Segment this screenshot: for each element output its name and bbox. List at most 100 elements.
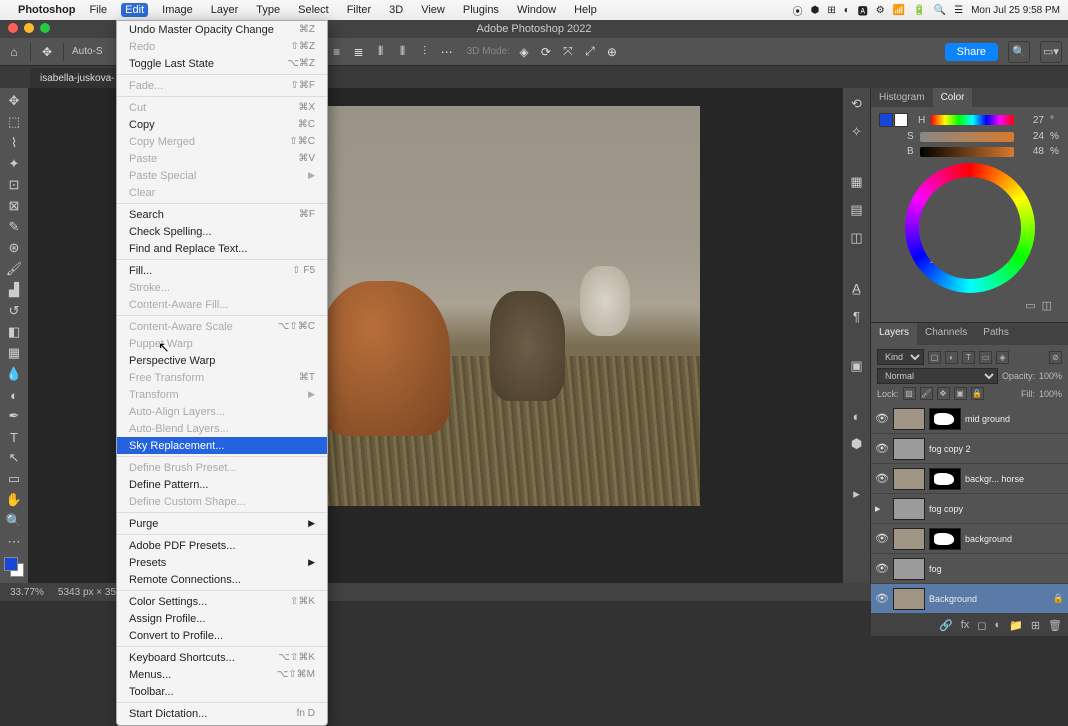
menubar-icon[interactable]: ◐ bbox=[844, 5, 850, 16]
new-layer-icon[interactable]: ⊞ bbox=[1031, 619, 1040, 632]
distribute-icon[interactable]: ⦀ bbox=[373, 44, 389, 60]
foreground-color[interactable] bbox=[4, 557, 18, 571]
menubar-datetime[interactable]: Mon Jul 25 9:58 PM bbox=[971, 5, 1060, 16]
path-tool-icon[interactable]: ↖ bbox=[2, 448, 26, 468]
lock-trans-icon[interactable]: ▨ bbox=[903, 387, 916, 400]
3d-icon[interactable]: ⟳ bbox=[538, 44, 554, 60]
minimize-window-button[interactable] bbox=[24, 23, 34, 33]
menu-item-assign-profile[interactable]: Assign Profile... bbox=[117, 610, 327, 627]
menu-item-toolbar[interactable]: Toolbar... bbox=[117, 683, 327, 700]
filter-toggle[interactable]: ⊘ bbox=[1049, 351, 1062, 364]
menubar-icon[interactable]: 🔍 bbox=[934, 5, 946, 16]
color-triangle[interactable] bbox=[930, 193, 1010, 263]
share-button[interactable]: Share bbox=[945, 43, 998, 61]
paragraph-panel-icon[interactable]: ¶ bbox=[847, 306, 867, 326]
paths-tab[interactable]: Paths bbox=[975, 323, 1017, 345]
distribute-horiz-icon[interactable]: ⫶ bbox=[417, 44, 433, 60]
menu-item-keyboard-shortcuts[interactable]: Keyboard Shortcuts...⌥⇧⌘K bbox=[117, 649, 327, 666]
search-button[interactable]: 🔍 bbox=[1008, 41, 1030, 63]
layer-row[interactable]: 👁 fog bbox=[871, 554, 1068, 584]
lock-all-icon[interactable]: 🔒 bbox=[971, 387, 984, 400]
patterns-panel-icon[interactable]: ◫ bbox=[847, 228, 867, 248]
layer-name[interactable]: fog bbox=[929, 564, 1064, 574]
menubar-icon[interactable]: ⬢ bbox=[811, 5, 820, 16]
gradient-tool-icon[interactable]: ▦ bbox=[2, 343, 26, 363]
mask-icon[interactable]: ◻ bbox=[977, 619, 986, 632]
channels-tab[interactable]: Channels bbox=[917, 323, 975, 345]
bri-value[interactable]: 48 bbox=[1020, 146, 1044, 157]
opacity-value[interactable]: 100% bbox=[1039, 371, 1062, 381]
menu-item-check-spelling[interactable]: Check Spelling... bbox=[117, 223, 327, 240]
blur-tool-icon[interactable]: 💧 bbox=[2, 364, 26, 384]
menu-item-toggle-last-state[interactable]: Toggle Last State⌥⌘Z bbox=[117, 55, 327, 72]
zoom-tool-icon[interactable]: 🔍 bbox=[2, 511, 26, 531]
swatches-panel-icon[interactable]: ▦ bbox=[847, 172, 867, 192]
menu-window[interactable]: Window bbox=[513, 3, 560, 17]
color-mode-icon[interactable]: ◫ bbox=[1042, 299, 1052, 312]
stamp-tool-icon[interactable]: ▟ bbox=[2, 280, 26, 300]
align-left-icon[interactable]: ≡ bbox=[329, 44, 345, 60]
menu-item-undo-master-opacity-change[interactable]: Undo Master Opacity Change⌘Z bbox=[117, 21, 327, 38]
filter-pixel-icon[interactable]: ▢ bbox=[928, 351, 941, 364]
move-tool-icon[interactable]: ✥ bbox=[39, 44, 55, 60]
filter-type-icon[interactable]: T bbox=[962, 351, 975, 364]
menu-filter[interactable]: Filter bbox=[343, 3, 375, 17]
fill-value[interactable]: 100% bbox=[1039, 389, 1062, 399]
menu-item-find-and-replace-text[interactable]: Find and Replace Text... bbox=[117, 240, 327, 257]
color-swatch[interactable] bbox=[4, 557, 24, 577]
home-icon[interactable]: ⌂ bbox=[6, 44, 22, 60]
lock-paint-icon[interactable]: 🖌 bbox=[920, 387, 933, 400]
layer-mask-thumbnail[interactable] bbox=[929, 468, 961, 490]
eraser-tool-icon[interactable]: ◧ bbox=[2, 322, 26, 342]
layer-name[interactable]: fog copy bbox=[929, 504, 1064, 514]
brush-tool-icon[interactable]: 🖌 bbox=[2, 259, 26, 279]
edit-toolbar-icon[interactable]: ⋯ bbox=[2, 532, 26, 552]
menu-item-presets[interactable]: Presets▶ bbox=[117, 554, 327, 571]
lock-pos-icon[interactable]: ✥ bbox=[937, 387, 950, 400]
distribute-vert-icon[interactable]: ⫴ bbox=[395, 44, 411, 60]
3d-icon[interactable]: ⊕ bbox=[604, 44, 620, 60]
sat-slider[interactable] bbox=[920, 132, 1014, 142]
menubar-icon[interactable]: ⊞ bbox=[827, 5, 835, 16]
layer-name[interactable]: mid ground bbox=[965, 414, 1064, 424]
menu-item-adobe-pdf-presets[interactable]: Adobe PDF Presets... bbox=[117, 537, 327, 554]
color-tab[interactable]: Color bbox=[933, 88, 973, 107]
menu-item-menus[interactable]: Menus...⌥⇧⌘M bbox=[117, 666, 327, 683]
menu-image[interactable]: Image bbox=[158, 3, 197, 17]
eyedropper-tool-icon[interactable]: ✎ bbox=[2, 217, 26, 237]
link-layers-icon[interactable]: 🔗 bbox=[939, 619, 953, 632]
menubar-icon[interactable]: ⦿ bbox=[793, 3, 803, 18]
heal-tool-icon[interactable]: ⊛ bbox=[2, 238, 26, 258]
visibility-eye-icon[interactable]: ▸ bbox=[875, 502, 889, 515]
menu-item-search[interactable]: Search⌘F bbox=[117, 206, 327, 223]
menu-item-remote-connections[interactable]: Remote Connections... bbox=[117, 571, 327, 588]
layer-thumbnail[interactable] bbox=[893, 498, 925, 520]
visibility-eye-icon[interactable]: 👁 bbox=[875, 562, 889, 575]
visibility-eye-icon[interactable]: 👁 bbox=[875, 412, 889, 425]
layer-filter-kind[interactable]: Kind bbox=[877, 349, 924, 365]
lock-nest-icon[interactable]: ▣ bbox=[954, 387, 967, 400]
visibility-eye-icon[interactable]: 👁 bbox=[875, 532, 889, 545]
menu-type[interactable]: Type bbox=[252, 3, 284, 17]
menu-item-convert-to-profile[interactable]: Convert to Profile... bbox=[117, 627, 327, 644]
layer-name[interactable]: Background bbox=[929, 594, 1049, 604]
visibility-eye-icon[interactable]: 👁 bbox=[875, 592, 889, 605]
auto-select-label[interactable]: Auto-S bbox=[72, 46, 103, 57]
bri-slider[interactable] bbox=[920, 147, 1014, 157]
crop-tool-icon[interactable]: ⊡ bbox=[2, 175, 26, 195]
3d-icon[interactable]: ⤢ bbox=[582, 44, 598, 60]
menu-help[interactable]: Help bbox=[570, 3, 601, 17]
menubar-icon[interactable]: ☰ bbox=[954, 5, 963, 16]
group-icon[interactable]: 📁 bbox=[1009, 619, 1023, 632]
visibility-eye-icon[interactable]: 👁 bbox=[875, 442, 889, 455]
adjustments-panel-icon[interactable]: ◐ bbox=[847, 406, 867, 426]
menu-layer[interactable]: Layer bbox=[207, 3, 243, 17]
layer-thumbnail[interactable] bbox=[893, 588, 925, 610]
layer-row[interactable]: 👁Background🔒 bbox=[871, 584, 1068, 614]
layer-thumbnail[interactable] bbox=[893, 408, 925, 430]
layer-mask-thumbnail[interactable] bbox=[929, 528, 961, 550]
menu-item-copy[interactable]: Copy⌘C bbox=[117, 116, 327, 133]
3d-icon[interactable]: ◈ bbox=[516, 44, 532, 60]
marquee-tool-icon[interactable]: ⬚ bbox=[2, 112, 26, 132]
blend-mode-select[interactable]: Normal bbox=[877, 368, 998, 384]
